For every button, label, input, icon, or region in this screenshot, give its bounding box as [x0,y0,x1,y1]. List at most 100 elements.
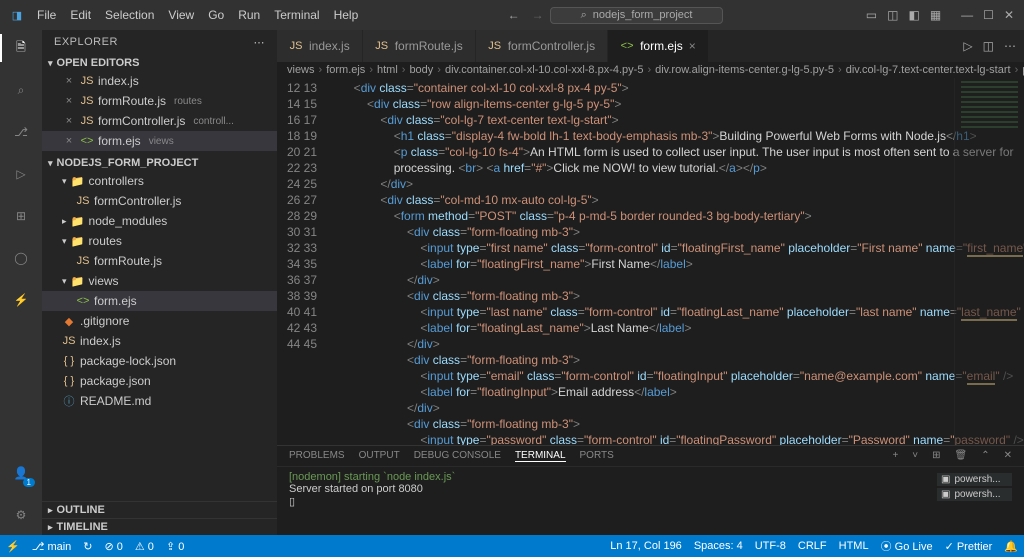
tree-item[interactable]: { } package-lock.json [42,351,277,371]
problems-warnings[interactable]: ⚠ 0 [135,540,154,553]
minimap[interactable] [954,78,1024,445]
layout-toggle-icon[interactable]: ▭ [866,8,877,22]
more-icon[interactable]: ⋯ [1004,39,1016,53]
breadcrumb-seg[interactable]: html [377,64,398,76]
close-icon[interactable]: × [62,134,76,148]
tree-item[interactable]: JS formRoute.js [42,251,277,271]
nav-fwd-icon[interactable]: → [526,8,550,22]
search-icon[interactable]: ⌕ [9,78,33,102]
go-live[interactable]: ⦿ Go Live [881,538,933,554]
editor-tab[interactable]: <> form.ejs × [608,30,709,62]
split-icon[interactable]: ◫ [983,39,994,53]
breadcrumb-seg[interactable]: body [409,64,433,76]
split-terminal-icon[interactable]: ⊞ [932,450,940,462]
breadcrumb-seg[interactable]: div.col-lg-7.text-center.text-lg-start [846,64,1011,76]
editor-tab[interactable]: JS formRoute.js [363,30,476,62]
new-terminal-icon[interactable]: + [892,450,898,462]
menu-view[interactable]: View [161,8,201,22]
editor-tab[interactable]: JS formController.js [476,30,608,62]
close-icon[interactable]: ✕ [1004,8,1014,22]
accounts-icon[interactable]: 👤1 [9,461,33,485]
open-editors-section[interactable]: ▾OPEN EDITORS [42,55,277,71]
panel-tab-debug console[interactable]: DEBUG CONSOLE [414,450,501,462]
tree-item[interactable]: ◆ .gitignore [42,311,277,331]
settings-icon[interactable]: ⚙ [9,503,33,527]
open-editor-item[interactable]: × JS index.js [42,71,277,91]
panel-tab-ports[interactable]: PORTS [580,450,614,462]
outline-section[interactable]: ▸OUTLINE [42,501,277,518]
close-icon[interactable]: × [62,74,76,88]
breadcrumb-seg[interactable]: views [287,64,315,76]
terminal-dropdown-icon[interactable]: ˅ [912,450,918,462]
breadcrumbs[interactable]: views › form.ejs › html › body › div.con… [277,62,1024,78]
tree-item[interactable]: ▸ 📁 node_modules [42,211,277,231]
prettier-status[interactable]: ✓ Prettier [945,540,993,553]
terminal[interactable]: [nodemon] starting `node index.js` Serve… [277,467,1024,535]
close-icon[interactable]: × [62,94,76,108]
extensions-icon[interactable]: ⊞ [9,204,33,228]
close-icon[interactable]: × [689,39,696,53]
panel-toggle-icon[interactable]: ◫ [887,8,898,22]
sidebar-toggle-icon[interactable]: ◧ [908,8,919,22]
source-control-icon[interactable]: ⎇ [9,120,33,144]
open-editor-item[interactable]: × JS formController.js controll... [42,111,277,131]
cursor-position[interactable]: Ln 17, Col 196 [610,540,682,552]
maximize-panel-icon[interactable]: ⌃ [981,450,989,462]
eol-status[interactable]: CRLF [798,540,827,552]
tree-item[interactable]: ⓘ README.md [42,391,277,411]
menu-file[interactable]: File [30,8,63,22]
panel-tab-problems[interactable]: PROBLEMS [289,450,345,462]
tree-item[interactable]: ▾ 📁 routes [42,231,277,251]
menu-edit[interactable]: Edit [63,8,98,22]
maximize-icon[interactable]: ☐ [983,8,994,22]
breadcrumb-seg[interactable]: form.ejs [326,64,365,76]
tree-item[interactable]: ▾ 📁 controllers [42,171,277,191]
code-content[interactable]: <div class="container col-xl-10 col-xxl-… [327,78,1024,445]
terminal-list[interactable]: ▣powersh... ▣powersh... [937,471,1012,531]
menu-terminal[interactable]: Terminal [267,8,326,22]
timeline-section[interactable]: ▸TIMELINE [42,518,277,535]
menu-go[interactable]: Go [201,8,231,22]
nav-back-icon[interactable]: ← [502,8,526,22]
breadcrumb-seg[interactable]: div.row.align-items-center.g-lg-5.py-5 [655,64,834,76]
thunder-icon[interactable]: ⚡ [9,288,33,312]
tree-item[interactable]: ▾ 📁 views [42,271,277,291]
explorer-icon[interactable]: 🗎 [9,36,33,60]
panel-tab-terminal[interactable]: TERMINAL [515,450,566,462]
terminal-instance[interactable]: ▣powersh... [937,473,1012,486]
tree-item[interactable]: { } package.json [42,371,277,391]
tree-item[interactable]: JS index.js [42,331,277,351]
menu-help[interactable]: Help [327,8,366,22]
project-section[interactable]: ▾NODEJS_FORM_PROJECT [42,155,277,171]
problems-errors[interactable]: ⊘ 0 [105,540,123,553]
panel-tab-output[interactable]: OUTPUT [359,450,400,462]
open-editor-item[interactable]: × JS formRoute.js routes [42,91,277,111]
customize-layout-icon[interactable]: ▦ [930,8,941,22]
notifications-icon[interactable]: 🔔 [1004,540,1018,553]
close-panel-icon[interactable]: ✕ [1004,450,1012,462]
github-icon[interactable]: ◯ [9,246,33,270]
ports-indicator[interactable]: ⇪ 0 [166,540,184,553]
tree-item[interactable]: <> form.ejs [42,291,277,311]
indent-status[interactable]: Spaces: 4 [694,540,743,552]
close-icon[interactable]: × [62,114,76,128]
terminal-instance[interactable]: ▣powersh... [937,488,1012,501]
menu-selection[interactable]: Selection [98,8,161,22]
breadcrumb-seg[interactable]: div.container.col-xl-10.col-xxl-8.px-4.p… [445,64,643,76]
editor-tab[interactable]: JS index.js [277,30,363,62]
tree-item[interactable]: JS formController.js [42,191,277,211]
language-status[interactable]: HTML [839,540,869,552]
remote-indicator[interactable]: ⚡ [6,540,20,553]
encoding-status[interactable]: UTF-8 [755,540,786,552]
run-debug-icon[interactable]: ▷ [9,162,33,186]
sync-icon[interactable]: ↻ [83,540,92,553]
kill-terminal-icon[interactable]: 🗑 [955,450,968,462]
command-center[interactable]: ⌕ nodejs_form_project [550,7,724,24]
minimize-icon[interactable]: — [961,8,973,22]
git-branch[interactable]: ⎇ main [32,540,72,553]
menu-run[interactable]: Run [231,8,267,22]
open-editor-item[interactable]: × <> form.ejs views [42,131,277,151]
code-editor[interactable]: 12 13 14 15 16 17 18 19 20 21 22 23 24 2… [277,78,1024,445]
run-icon[interactable]: ▷ [963,39,972,53]
more-icon[interactable]: ⋯ [254,36,266,49]
